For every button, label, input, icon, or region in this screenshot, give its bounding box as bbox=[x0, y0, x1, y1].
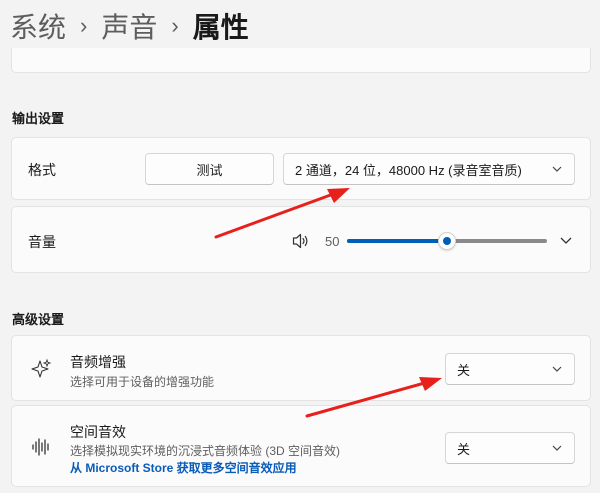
expand-chevron-icon[interactable] bbox=[560, 235, 572, 245]
spatial-sound-row: 空间音效 选择模拟现实环境的沉浸式音频体验 (3D 空间音效) 从 Micros… bbox=[11, 405, 591, 487]
volume-slider-thumb[interactable] bbox=[438, 232, 456, 250]
previous-card bbox=[11, 48, 591, 73]
audio-wave-icon bbox=[32, 438, 49, 456]
microsoft-store-link[interactable]: 从 Microsoft Store 获取更多空间音效应用 bbox=[70, 459, 297, 476]
audio-enhance-label: 音频增强 bbox=[70, 354, 126, 370]
breadcrumb-item-system[interactable]: 系统 bbox=[10, 6, 66, 46]
spatial-sound-value: 关 bbox=[457, 441, 471, 457]
audio-enhance-description: 选择可用于设备的增强功能 bbox=[70, 375, 215, 389]
spatial-sound-label: 空间音效 bbox=[70, 424, 126, 440]
format-row: 格式 测试 2 通道，24 位，48000 Hz (录音室音质) bbox=[11, 137, 591, 200]
output-settings-heading: 输出设置 bbox=[12, 111, 65, 126]
audio-enhance-value: 关 bbox=[457, 362, 471, 378]
advanced-settings-heading: 高级设置 bbox=[12, 312, 65, 327]
audio-enhance-select[interactable]: 关 bbox=[445, 353, 575, 385]
format-select[interactable]: 2 通道，24 位，48000 Hz (录音室音质) bbox=[283, 153, 575, 185]
format-select-value: 2 通道，24 位，48000 Hz (录音室音质) bbox=[295, 162, 522, 178]
audio-enhance-row: 音频增强 选择可用于设备的增强功能 关 bbox=[11, 335, 591, 401]
breadcrumb-item-sound[interactable]: 声音 bbox=[101, 6, 157, 46]
sparkle-icon bbox=[31, 358, 52, 378]
format-label: 格式 bbox=[28, 162, 56, 178]
breadcrumb: 系统 › 声音 › 属性 bbox=[10, 6, 249, 46]
test-button[interactable]: 测试 bbox=[145, 153, 274, 185]
volume-slider-fill bbox=[347, 239, 447, 243]
chevron-right-icon: › bbox=[171, 13, 179, 38]
volume-row: 音量 50 bbox=[11, 206, 591, 273]
chevron-down-icon bbox=[552, 366, 562, 372]
spatial-sound-select[interactable]: 关 bbox=[445, 432, 575, 464]
spatial-sound-description: 选择模拟现实环境的沉浸式音频体验 (3D 空间音效) bbox=[70, 444, 341, 458]
chevron-down-icon bbox=[552, 445, 562, 451]
page-title: 属性 bbox=[192, 12, 249, 43]
volume-value: 50 bbox=[325, 234, 340, 249]
speaker-icon[interactable] bbox=[292, 233, 310, 249]
chevron-right-icon: › bbox=[80, 13, 88, 38]
volume-label: 音量 bbox=[28, 234, 56, 250]
chevron-down-icon bbox=[552, 166, 562, 172]
